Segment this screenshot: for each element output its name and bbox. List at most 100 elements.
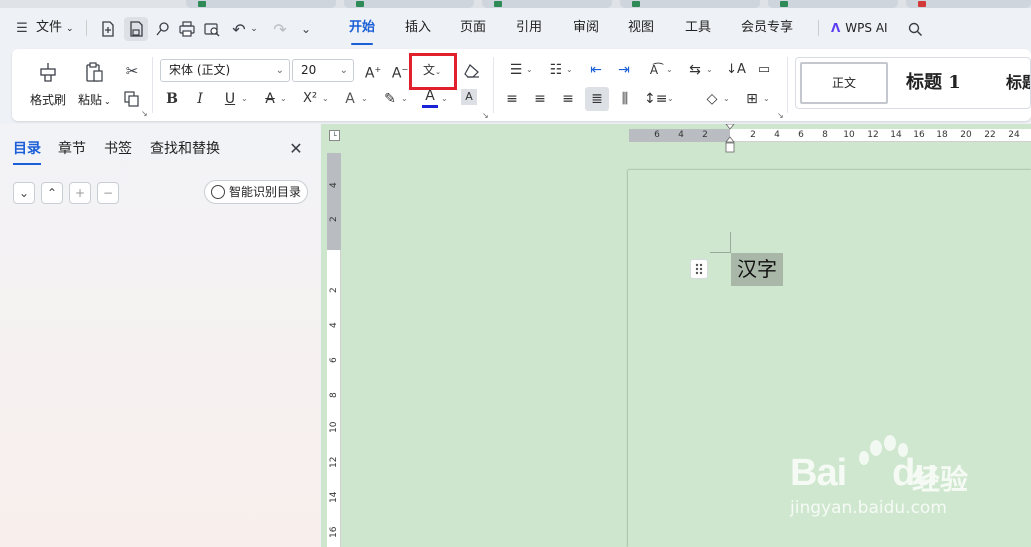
- expand-up-button[interactable]: ⌃: [41, 182, 63, 204]
- tab-stop-selector-icon[interactable]: └: [329, 130, 340, 141]
- chevron-down-icon[interactable]: ⌄: [441, 94, 448, 103]
- underline-button[interactable]: U: [220, 88, 240, 110]
- chevron-down-icon[interactable]: ⌄: [241, 94, 248, 103]
- smart-toc-button[interactable]: 智能识别目录: [204, 180, 308, 204]
- chevron-down-icon[interactable]: ⌄: [361, 94, 368, 103]
- tab-insert[interactable]: 插入: [405, 8, 431, 48]
- save-icon[interactable]: [124, 17, 148, 41]
- doc-tab[interactable]: [344, 0, 474, 8]
- distributed-align-icon[interactable]: ⫼: [615, 88, 635, 110]
- tab-find-replace[interactable]: 查找和替换: [150, 138, 220, 158]
- numbered-list-icon[interactable]: ☷: [546, 59, 566, 81]
- bullet-list-icon[interactable]: ☰: [506, 59, 526, 81]
- increase-indent-icon[interactable]: ⇥: [614, 59, 634, 81]
- selected-text[interactable]: 汉字: [731, 253, 783, 286]
- highlight-icon[interactable]: ✎: [380, 88, 400, 110]
- tab-review[interactable]: 审阅: [573, 8, 599, 48]
- clear-format-icon[interactable]: [462, 61, 482, 81]
- paragraph-drag-handle[interactable]: [690, 259, 708, 279]
- tab-member[interactable]: 会员专享: [741, 8, 793, 48]
- indent-marker-handle[interactable]: [725, 123, 735, 154]
- text-effect-button[interactable]: A: [340, 88, 360, 110]
- tab-page[interactable]: 页面: [460, 8, 486, 48]
- justify-icon[interactable]: ≣: [585, 87, 609, 111]
- format-painter-label[interactable]: 格式刷: [30, 91, 66, 108]
- undo-icon[interactable]: ↶: [229, 19, 249, 39]
- align-left-icon[interactable]: ≡: [502, 88, 522, 110]
- remove-button[interactable]: −: [97, 182, 119, 204]
- file-menu[interactable]: 文件 ⌄: [36, 8, 74, 48]
- group-expand-icon[interactable]: ↘: [482, 111, 489, 120]
- align-center-icon[interactable]: ≡: [530, 88, 550, 110]
- doc-tab[interactable]: [906, 0, 1031, 8]
- cut-icon[interactable]: ✂: [122, 61, 142, 81]
- borders-icon[interactable]: ⊞: [742, 88, 762, 110]
- chevron-down-icon[interactable]: ⌄: [526, 65, 533, 74]
- chevron-down-icon[interactable]: ⌄: [249, 19, 259, 39]
- strikethrough-button[interactable]: A: [260, 88, 280, 110]
- chevron-down-icon[interactable]: ⌄: [723, 94, 730, 103]
- tab-tools[interactable]: 工具: [685, 8, 711, 48]
- superscript-button[interactable]: X²: [300, 88, 320, 110]
- sort-icon[interactable]: ↓A: [726, 59, 746, 81]
- doc-tab[interactable]: [482, 0, 612, 8]
- close-icon[interactable]: ✕: [286, 138, 306, 158]
- style-heading1-label: 标题 1: [906, 72, 961, 93]
- tab-sections[interactable]: 章节: [58, 138, 86, 158]
- horizontal-ruler[interactable]: 6 4 2 2 4 6 8 10 12 14 16 18 20 22 24: [629, 129, 1031, 142]
- decrease-indent-icon[interactable]: ⇤: [586, 59, 606, 81]
- more-chevron-icon[interactable]: ⌄: [298, 19, 314, 39]
- chevron-down-icon[interactable]: ⌄: [322, 94, 329, 103]
- new-document-icon[interactable]: [98, 19, 118, 39]
- style-normal[interactable]: 正文: [800, 62, 888, 104]
- show-marks-icon[interactable]: ▭: [754, 59, 774, 81]
- copy-icon[interactable]: [122, 89, 142, 109]
- font-size-select[interactable]: 20 ⌄: [292, 59, 354, 82]
- chevron-down-icon[interactable]: ⌄: [401, 94, 408, 103]
- increase-font-size-icon[interactable]: A+: [363, 59, 383, 82]
- collapse-down-button[interactable]: ⌄: [13, 182, 35, 204]
- line-spacing-icon[interactable]: ↕≡: [644, 88, 667, 110]
- decrease-font-size-icon[interactable]: A−: [390, 59, 410, 82]
- doc-tab[interactable]: [768, 0, 898, 8]
- style-heading1[interactable]: 标题 1: [906, 62, 961, 104]
- tab-home[interactable]: 开始: [349, 8, 375, 48]
- ruler-number: 2: [329, 287, 339, 293]
- print-preview-icon[interactable]: [202, 19, 222, 39]
- add-button[interactable]: +: [69, 182, 91, 204]
- chinese-layout-icon[interactable]: ⇆: [685, 59, 705, 81]
- format-painter-icon[interactable]: [36, 59, 60, 85]
- char-shading-button[interactable]: A: [461, 89, 477, 105]
- doc-tab[interactable]: [186, 0, 336, 8]
- text-direction-icon[interactable]: A͡: [644, 59, 664, 81]
- vertical-ruler[interactable]: 4 2 2 4 6 8 10 12 14 16: [327, 153, 341, 547]
- chevron-down-icon[interactable]: ⌄: [706, 65, 713, 74]
- link-icon[interactable]: [152, 19, 172, 39]
- align-right-icon[interactable]: ≡: [558, 88, 578, 110]
- group-expand-icon[interactable]: ↘: [141, 109, 148, 118]
- chevron-down-icon[interactable]: ⌄: [566, 65, 573, 74]
- doc-tab[interactable]: [620, 0, 760, 8]
- shading-icon[interactable]: ◇: [702, 88, 722, 110]
- tab-view[interactable]: 视图: [628, 8, 654, 48]
- tab-references[interactable]: 引用: [516, 8, 542, 48]
- style-heading2[interactable]: 标题: [1006, 62, 1030, 104]
- print-icon[interactable]: [177, 19, 197, 39]
- chevron-down-icon[interactable]: ⌄: [667, 94, 674, 103]
- tab-toc[interactable]: 目录: [13, 138, 41, 165]
- chevron-down-icon[interactable]: ⌄: [280, 94, 287, 103]
- italic-button[interactable]: I: [190, 88, 210, 110]
- group-expand-icon[interactable]: ↘: [777, 111, 784, 120]
- font-name-select[interactable]: 宋体 (正文) ⌄: [160, 59, 290, 82]
- chevron-down-icon[interactable]: ⌄: [666, 65, 673, 74]
- bold-button[interactable]: B: [162, 88, 182, 110]
- search-icon[interactable]: [905, 19, 925, 39]
- paste-icon[interactable]: [82, 59, 106, 85]
- plus-icon: +: [74, 186, 86, 200]
- wps-ai-button[interactable]: ᐱ WPS AI: [831, 8, 888, 48]
- hamburger-menu-icon[interactable]: ☰: [14, 20, 30, 36]
- chevron-down-icon[interactable]: ⌄: [763, 94, 770, 103]
- tab-bookmarks[interactable]: 书签: [104, 138, 132, 158]
- ruler-number: 12: [329, 456, 339, 468]
- paste-button[interactable]: 粘贴 ⌄: [78, 91, 111, 108]
